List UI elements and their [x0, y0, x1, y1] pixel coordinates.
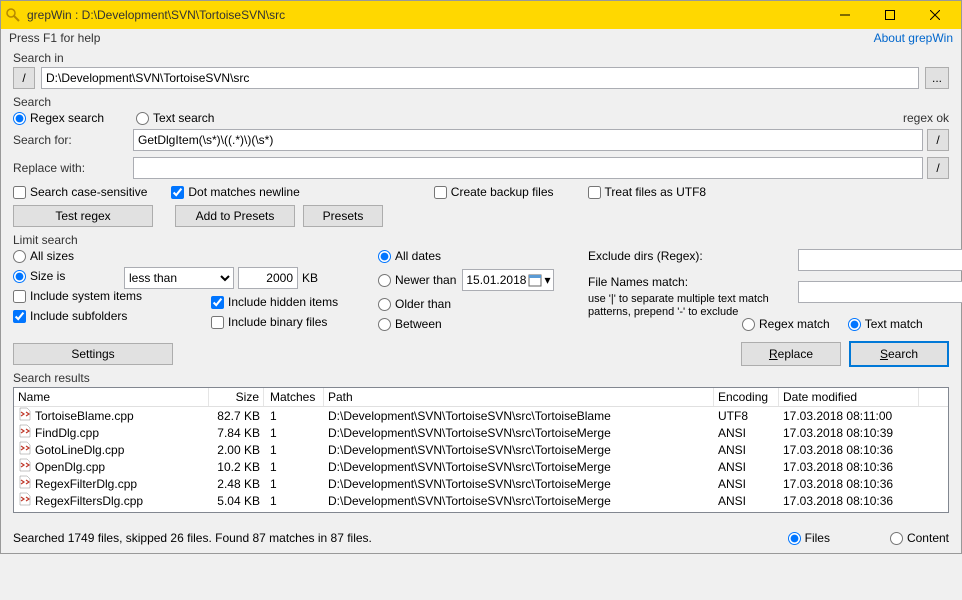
all-sizes-radio[interactable]: All sizes [13, 249, 203, 263]
cpp-file-icon [18, 458, 32, 475]
search-in-slash-button[interactable]: / [13, 67, 35, 89]
table-header: Name Size Matches Path Encoding Date mod… [14, 388, 948, 407]
include-binary-checkbox[interactable]: Include binary files [211, 315, 368, 329]
size-is-radio[interactable]: Size is [13, 269, 65, 283]
search-in-section: Search in / ... [13, 51, 949, 89]
th-matches[interactable]: Matches [264, 388, 324, 406]
cpp-file-icon [18, 492, 32, 509]
results-table: Name Size Matches Path Encoding Date mod… [13, 387, 949, 513]
results-label: Search results [13, 371, 949, 385]
replace-button[interactable]: Replace [741, 342, 841, 366]
text-search-radio[interactable]: Text search [136, 111, 214, 125]
window-controls [822, 1, 957, 29]
limit-section: Limit search All sizes Size is Include s… [13, 233, 949, 331]
chevron-down-icon: ▾ [544, 273, 550, 287]
results-section: Search results Name Size Matches Path En… [13, 371, 949, 513]
table-row[interactable]: TortoiseBlame.cpp82.7 KB1D:\Development\… [14, 407, 948, 424]
th-size[interactable]: Size [209, 388, 264, 406]
case-sensitive-checkbox[interactable]: Search case-sensitive [13, 185, 147, 199]
include-hidden-checkbox[interactable]: Include hidden items [211, 295, 368, 309]
search-in-input[interactable] [41, 67, 919, 89]
regex-ok-label: regex ok [903, 111, 949, 125]
table-row[interactable]: FindDlg.cpp7.84 KB1D:\Development\SVN\To… [14, 424, 948, 441]
file-names-match-label: File Names match: [588, 275, 788, 289]
search-section: Search Regex search Text search regex ok… [13, 95, 949, 227]
search-button[interactable]: Search [849, 341, 949, 367]
replace-with-input[interactable] [133, 157, 923, 179]
maximize-button[interactable] [867, 1, 912, 29]
titlebar: grepWin : D:\Development\SVN\TortoiseSVN… [1, 1, 961, 29]
newer-than-radio[interactable]: Newer than [378, 273, 456, 287]
between-radio[interactable]: Between [378, 317, 578, 331]
search-for-input[interactable] [133, 129, 923, 151]
presets-button[interactable]: Presets [303, 205, 383, 227]
create-backup-checkbox[interactable]: Create backup files [434, 185, 554, 199]
replace-with-label: Replace with: [13, 161, 133, 175]
calendar-icon [528, 273, 542, 287]
exclude-dirs-label: Exclude dirs (Regex): [588, 249, 788, 263]
cpp-file-icon [18, 475, 32, 492]
close-button[interactable] [912, 1, 957, 29]
file-names-input[interactable] [798, 281, 962, 303]
statusbar: Searched 1749 files, skipped 26 files. F… [1, 527, 961, 553]
content-view-radio[interactable]: Content [890, 531, 949, 545]
th-date[interactable]: Date modified [779, 388, 919, 406]
search-for-label: Search for: [13, 133, 133, 147]
app-icon [5, 7, 21, 23]
window-title: grepWin : D:\Development\SVN\TortoiseSVN… [27, 8, 822, 22]
add-to-presets-button[interactable]: Add to Presets [175, 205, 295, 227]
size-unit-label: KB [302, 271, 318, 285]
minimize-button[interactable] [822, 1, 867, 29]
cpp-file-icon [18, 407, 32, 424]
topbar: Press F1 for help About grepWin [1, 29, 961, 47]
older-than-radio[interactable]: Older than [378, 297, 578, 311]
th-encoding[interactable]: Encoding [714, 388, 779, 406]
treat-utf8-checkbox[interactable]: Treat files as UTF8 [588, 185, 707, 199]
help-text: Press F1 for help [9, 31, 100, 45]
include-subfolders-checkbox[interactable]: Include subfolders [13, 309, 203, 323]
date-picker[interactable]: 15.01.2018 ▾ [462, 269, 554, 291]
files-view-radio[interactable]: Files [788, 531, 830, 545]
regex-search-radio[interactable]: Regex search [13, 111, 104, 125]
size-op-select[interactable]: less than [124, 267, 234, 289]
th-name[interactable]: Name [14, 388, 209, 406]
about-link[interactable]: About grepWin [874, 31, 953, 45]
settings-button[interactable]: Settings [13, 343, 173, 365]
test-regex-button[interactable]: Test regex [13, 205, 153, 227]
table-body[interactable]: TortoiseBlame.cpp82.7 KB1D:\Development\… [14, 407, 948, 511]
dot-matches-newline-checkbox[interactable]: Dot matches newline [171, 185, 299, 199]
search-in-browse-button[interactable]: ... [925, 67, 949, 89]
table-row[interactable]: RegexFiltersDlg.cpp5.04 KB1D:\Developmen… [14, 492, 948, 509]
text-match-radio[interactable]: Text match [848, 317, 923, 331]
file-names-hint: use '|' to separate multiple text match … [588, 293, 788, 319]
exclude-dirs-input[interactable] [798, 249, 962, 271]
table-row[interactable]: RegexFilterDlg.cpp2.48 KB1D:\Development… [14, 475, 948, 492]
search-in-label: Search in [13, 51, 949, 65]
cpp-file-icon [18, 424, 32, 441]
include-system-checkbox[interactable]: Include system items [13, 289, 203, 303]
search-section-label: Search [13, 95, 949, 109]
limit-search-label: Limit search [13, 233, 949, 247]
th-path[interactable]: Path [324, 388, 714, 406]
regex-match-radio[interactable]: Regex match [742, 317, 830, 331]
table-row[interactable]: GotoLineDlg.cpp2.00 KB1D:\Development\SV… [14, 441, 948, 458]
status-text: Searched 1749 files, skipped 26 files. F… [13, 531, 788, 545]
all-dates-radio[interactable]: All dates [378, 249, 578, 263]
table-row[interactable]: OpenDlg.cpp10.2 KB1D:\Development\SVN\To… [14, 458, 948, 475]
size-value-input[interactable] [238, 267, 298, 289]
search-for-slash-button[interactable]: / [927, 129, 949, 151]
replace-with-slash-button[interactable]: / [927, 157, 949, 179]
cpp-file-icon [18, 441, 32, 458]
